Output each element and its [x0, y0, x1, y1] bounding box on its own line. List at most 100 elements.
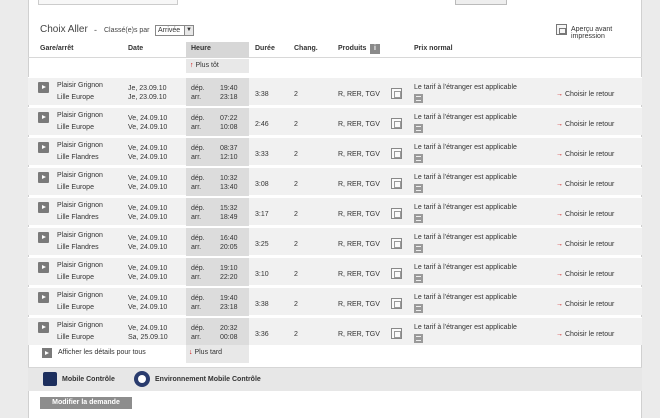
tarif-note: Le tarif à l'étranger est applicable: [414, 204, 517, 211]
departure-time: 07:22: [220, 115, 238, 122]
products: R, RER, TGV: [338, 241, 380, 248]
arrival-date: Ve, 24.09.10: [128, 184, 168, 191]
expand-icon[interactable]: [38, 82, 49, 93]
show-all-details-link[interactable]: Afficher les détails pour tous: [58, 349, 146, 356]
connection-row: Plaisir Grignon Lille Europe Ve, 24.09.10 V…: [28, 107, 642, 136]
later-link[interactable]: ↓ Plus tard: [189, 349, 222, 356]
environment-mobile-control-link[interactable]: Environnement Mobile Contrôle: [155, 376, 261, 383]
arrow-down-icon: ↓: [189, 349, 193, 356]
sort-select[interactable]: Arrivée ▼: [155, 25, 194, 36]
departure-label: dép.: [191, 85, 205, 92]
ticket-icon[interactable]: [391, 148, 402, 159]
tarif-icon[interactable]: [414, 244, 423, 253]
modify-request-button[interactable]: Modifier la demande: [40, 397, 132, 409]
expand-icon[interactable]: [38, 112, 49, 123]
expand-icon[interactable]: [38, 202, 49, 213]
expand-icon[interactable]: [38, 142, 49, 153]
choose-return-link[interactable]: → Choisir le retour: [556, 211, 614, 218]
arrow-right-icon: →: [556, 181, 563, 188]
choose-return-link[interactable]: → Choisir le retour: [556, 241, 614, 248]
printer-icon[interactable]: [556, 24, 567, 35]
time-cell: [186, 288, 249, 316]
arrival-date: Ve, 24.09.10: [128, 304, 168, 311]
environment-icon[interactable]: [134, 371, 150, 387]
departure-time: 19:10: [220, 265, 238, 272]
tarif-icon[interactable]: [414, 304, 423, 313]
changes-count: 2: [294, 331, 298, 338]
expand-all-icon[interactable]: [42, 348, 52, 358]
ticket-icon[interactable]: [391, 88, 402, 99]
connection-row: Plaisir Grignon Lille Flandres Ve, 24.09.1…: [28, 137, 642, 166]
ticket-icon[interactable]: [391, 238, 402, 249]
print-preview-link[interactable]: Aperçu avant impression: [571, 26, 642, 40]
ticket-icon[interactable]: [391, 298, 402, 309]
tarif-icon[interactable]: [414, 274, 423, 283]
column-header-price: Prix normal: [414, 45, 453, 52]
destination-station: Lille Europe: [57, 124, 94, 131]
tarif-icon[interactable]: [414, 124, 423, 133]
results-header: Choix Aller - Classé(e)s par Arrivée ▼ A…: [28, 22, 642, 40]
mobile-control-icon[interactable]: [43, 372, 57, 386]
choose-return-link[interactable]: → Choisir le retour: [556, 271, 614, 278]
choose-return-link[interactable]: → Choisir le retour: [556, 151, 614, 158]
arrival-label: arr.: [191, 274, 202, 281]
ticket-icon[interactable]: [391, 268, 402, 279]
time-cell: [186, 108, 249, 136]
connection-row: Plaisir Grignon Lille Europe Ve, 24.09.10 V…: [28, 287, 642, 316]
arrival-date: Ve, 24.09.10: [128, 244, 168, 251]
ticket-icon[interactable]: [391, 118, 402, 129]
tarif-icon[interactable]: [414, 184, 423, 193]
arrival-label: arr.: [191, 94, 202, 101]
choose-return-label: Choisir le retour: [564, 241, 615, 248]
arrival-date: Ve, 24.09.10: [128, 154, 168, 161]
tarif-icon[interactable]: [414, 154, 423, 163]
choose-return-link[interactable]: → Choisir le retour: [556, 121, 614, 128]
column-header-duration[interactable]: Durée: [255, 45, 275, 52]
tarif-icon[interactable]: [414, 94, 423, 103]
tarif-icon[interactable]: [414, 214, 423, 223]
destination-station: Lille Flandres: [57, 154, 99, 161]
choose-return-link[interactable]: → Choisir le retour: [556, 331, 614, 338]
departure-time: 20:32: [220, 325, 238, 332]
departure-label: dép.: [191, 235, 205, 242]
column-header-changes[interactable]: Chang.: [294, 45, 318, 52]
arrival-time: 20:05: [220, 244, 238, 251]
ticket-icon[interactable]: [391, 178, 402, 189]
expand-icon[interactable]: [38, 292, 49, 303]
choose-return-link[interactable]: → Choisir le retour: [556, 181, 614, 188]
column-header-products: Produits: [338, 45, 367, 52]
products: R, RER, TGV: [338, 181, 380, 188]
arrow-right-icon: →: [556, 121, 563, 128]
departure-time: 19:40: [220, 85, 238, 92]
changes-count: 2: [294, 301, 298, 308]
destination-station: Lille Flandres: [57, 244, 99, 251]
products: R, RER, TGV: [338, 301, 380, 308]
expand-icon[interactable]: [38, 172, 49, 183]
changes-count: 2: [294, 121, 298, 128]
info-icon[interactable]: i: [370, 44, 380, 54]
mobile-control-link[interactable]: Mobile Contrôle: [62, 376, 115, 383]
expand-icon[interactable]: [38, 232, 49, 243]
top-form-button[interactable]: [455, 0, 507, 5]
tarif-icon[interactable]: [414, 334, 423, 343]
time-cell: [186, 258, 249, 286]
ticket-icon[interactable]: [391, 328, 402, 339]
choose-return-link[interactable]: → Choisir le retour: [556, 301, 614, 308]
connection-row: Plaisir Grignon Lille Europe Je, 23.09.10 J…: [28, 77, 642, 106]
duration: 3:25: [255, 241, 269, 248]
departure-time: 10:32: [220, 175, 238, 182]
earlier-link[interactable]: ↑ Plus tôt: [190, 62, 219, 69]
arrow-right-icon: →: [556, 151, 563, 158]
expand-icon[interactable]: [38, 322, 49, 333]
ticket-icon[interactable]: [391, 208, 402, 219]
expand-icon[interactable]: [38, 262, 49, 273]
departure-time: 08:37: [220, 145, 238, 152]
column-header-time[interactable]: Heure: [191, 45, 211, 52]
connection-row: Plaisir Grignon Lille Flandres Ve, 24.09.1…: [28, 197, 642, 226]
arrow-right-icon: →: [556, 211, 563, 218]
arrival-time: 10:08: [220, 124, 238, 131]
connection-row: Plaisir Grignon Lille Flandres Ve, 24.09.1…: [28, 227, 642, 256]
products: R, RER, TGV: [338, 121, 380, 128]
chevron-down-icon[interactable]: ▼: [184, 26, 193, 35]
choose-return-link[interactable]: → Choisir le retour: [556, 91, 614, 98]
